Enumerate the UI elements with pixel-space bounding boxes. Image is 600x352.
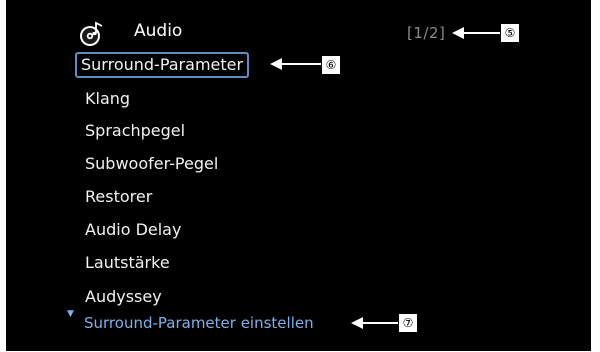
callout-6: ⑥ <box>321 55 341 75</box>
menu-item-klang[interactable]: Klang <box>80 86 135 112</box>
menu-item-sprachpegel[interactable]: Sprachpegel <box>80 118 190 144</box>
callout-5: ⑤ <box>500 23 520 43</box>
menu-title: Audio <box>134 21 183 41</box>
callout-arrow-6 <box>270 58 322 70</box>
callout-arrow-7 <box>351 317 399 329</box>
menu-item-audyssey[interactable]: Audyssey <box>80 284 167 310</box>
osd-screen: Audio [1/2] Surround-Parameter Klang Spr… <box>6 0 591 351</box>
menu-item-lautstaerke[interactable]: Lautstärke <box>80 250 175 276</box>
audio-disc-icon <box>80 21 103 46</box>
callout-arrow-5 <box>452 27 502 39</box>
item-description: Surround-Parameter einstellen <box>84 314 314 332</box>
menu-item-audio-delay[interactable]: Audio Delay <box>80 217 186 243</box>
callout-7: ⑦ <box>398 313 418 333</box>
menu-item-surround-parameter[interactable]: Surround-Parameter <box>75 52 250 78</box>
page-indicator: [1/2] <box>407 24 446 42</box>
scroll-down-triangle-icon: ▼ <box>67 309 74 319</box>
menu-item-restorer[interactable]: Restorer <box>80 184 157 210</box>
menu-item-subwoofer-pegel[interactable]: Subwoofer-Pegel <box>80 151 223 177</box>
